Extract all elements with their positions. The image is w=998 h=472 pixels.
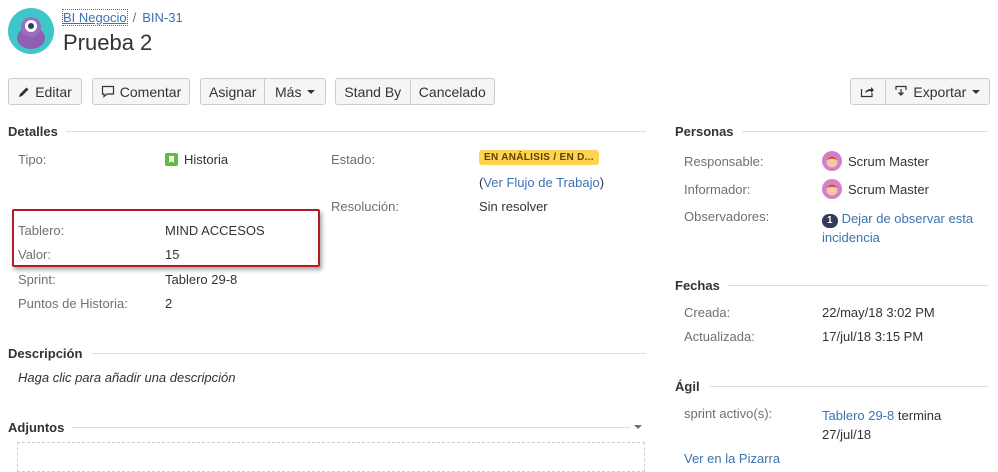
view-workflow-link[interactable]: Ver Flujo de Trabajo: [483, 175, 599, 190]
user-avatar-icon: [822, 179, 842, 199]
assign-more-group: Asignar Más: [200, 78, 326, 105]
reporter-name: Scrum Master: [848, 181, 929, 197]
dates-divider: [728, 285, 988, 286]
pencil-icon: [19, 87, 29, 97]
assign-button[interactable]: Asignar: [201, 79, 264, 104]
edit-button-label: Editar: [35, 83, 72, 100]
watchers-value: 1 Dejar de observar esta incidencia: [822, 209, 973, 247]
assignee-name: Scrum Master: [848, 153, 929, 169]
sprint-label: Sprint:: [18, 272, 56, 287]
updated-label: Actualizada:: [684, 329, 755, 344]
description-divider: [92, 353, 646, 354]
project-avatar-icon: [8, 8, 54, 54]
breadcrumb: BI Negocio / BIN-31: [62, 9, 183, 26]
resolution-label: Resolución:: [331, 199, 399, 214]
type-label: Tipo:: [18, 152, 47, 167]
chevron-down-icon: [307, 89, 316, 94]
agile-divider: [710, 386, 988, 387]
issue-title[interactable]: Prueba 2: [63, 30, 152, 56]
stop-watching-link[interactable]: Dejar de observar esta: [842, 211, 974, 226]
comment-button-label: Comentar: [119, 83, 182, 100]
breadcrumb-project-link[interactable]: BI Negocio: [62, 9, 128, 26]
comment-icon: [101, 85, 114, 98]
type-value: Historia: [165, 152, 228, 167]
user-avatar-icon: [822, 151, 842, 171]
standby-button[interactable]: Stand By: [336, 79, 410, 104]
agile-heading: Ágil: [675, 379, 700, 394]
reporter-value[interactable]: Scrum Master: [822, 179, 929, 199]
updated-value: 17/jul/18 3:15 PM: [822, 329, 924, 344]
attachments-divider: [72, 427, 630, 428]
chevron-down-icon: [972, 89, 981, 94]
status-badge[interactable]: EN ANÁLISIS / EN D...: [479, 150, 599, 165]
details-heading: Detalles: [8, 124, 58, 139]
annotation-highlight-box: [12, 209, 320, 267]
story-points-value[interactable]: 2: [165, 296, 172, 311]
workflow-link-wrap: (Ver Flujo de Trabajo): [479, 175, 604, 190]
watchers-label: Observadores:: [684, 209, 770, 224]
more-button[interactable]: Más: [264, 79, 325, 104]
dates-heading: Fechas: [675, 278, 720, 293]
active-sprint-link[interactable]: Tablero 29-8: [822, 408, 894, 423]
view-on-board-link[interactable]: Ver en la Pizarra: [684, 451, 780, 466]
people-heading: Personas: [675, 124, 734, 139]
reporter-label: Informador:: [684, 182, 751, 197]
created-label: Creada:: [684, 305, 731, 320]
created-value: 22/may/18 3:02 PM: [822, 305, 935, 320]
active-sprint-value: Tablero 29-8 termina 27/jul/18: [822, 406, 941, 444]
breadcrumb-separator: /: [132, 10, 137, 25]
more-button-label: Más: [275, 83, 302, 100]
resolution-value: Sin resolver: [479, 199, 548, 214]
assign-button-label: Asignar: [209, 83, 257, 100]
workflow-close-paren: ): [599, 175, 605, 190]
sprint-value[interactable]: Tablero 29-8: [165, 272, 237, 287]
export-button-label: Exportar: [913, 83, 967, 100]
breadcrumb-issue-link[interactable]: BIN-31: [142, 10, 182, 25]
cancelled-button[interactable]: Cancelado: [409, 79, 494, 104]
assignee-value[interactable]: Scrum Master: [822, 151, 929, 171]
active-sprint-label: sprint activo(s):: [684, 406, 773, 421]
comment-button[interactable]: Comentar: [92, 78, 190, 105]
stop-watching-link-cont[interactable]: incidencia: [822, 230, 880, 245]
story-points-label: Puntos de Historia:: [18, 296, 128, 311]
assignee-label: Responsable:: [684, 154, 764, 169]
export-button[interactable]: Exportar: [884, 79, 989, 104]
description-placeholder[interactable]: Haga clic para añadir una descripción: [18, 370, 236, 385]
description-heading: Descripción: [8, 346, 83, 361]
watchers-count-badge[interactable]: 1: [822, 214, 838, 228]
workflow-group: Stand By Cancelado: [335, 78, 495, 105]
edit-button[interactable]: Editar: [8, 78, 82, 105]
cancelled-button-label: Cancelado: [418, 83, 486, 100]
attachments-heading: Adjuntos: [8, 420, 65, 435]
type-value-text: Historia: [184, 152, 229, 167]
standby-button-label: Stand By: [344, 83, 402, 100]
active-sprint-ends-text: termina: [897, 408, 942, 423]
attachments-dropzone[interactable]: [17, 442, 645, 472]
view-on-board-link-text[interactable]: Ver en la Pizarra: [684, 451, 780, 466]
status-label: Estado:: [331, 152, 376, 167]
share-icon: [861, 87, 875, 98]
share-export-group: Exportar: [850, 78, 990, 105]
share-button[interactable]: [851, 79, 885, 104]
collapse-chevron-icon[interactable]: [634, 425, 642, 429]
details-divider: [66, 131, 646, 132]
active-sprint-end-date: 27/jul/18: [822, 427, 872, 442]
story-icon: [165, 153, 178, 166]
export-icon: [895, 85, 908, 96]
people-divider: [742, 131, 988, 132]
